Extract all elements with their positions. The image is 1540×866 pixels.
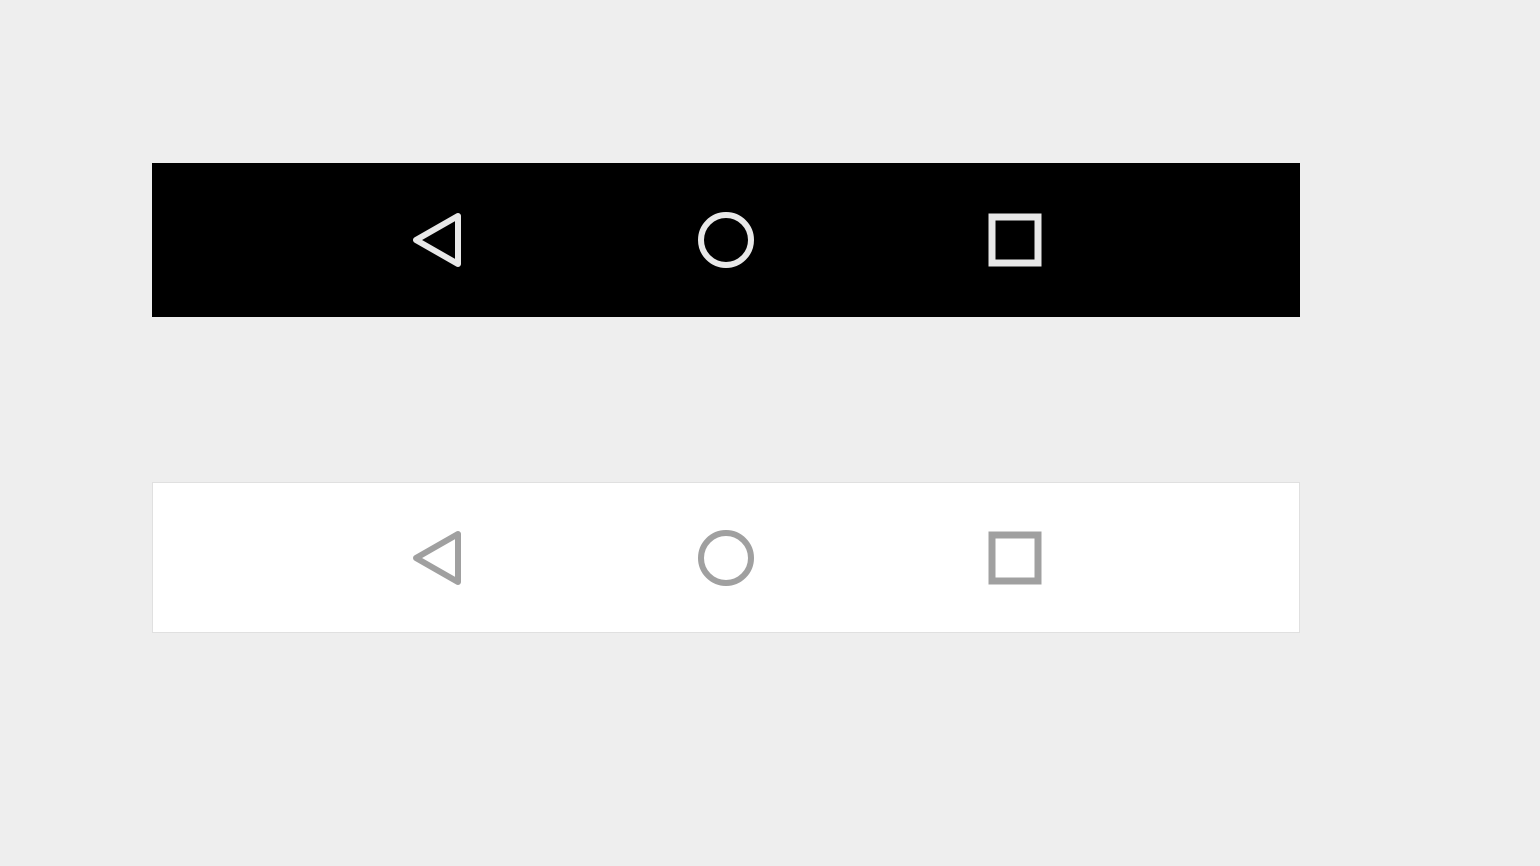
back-button[interactable]	[408, 529, 466, 587]
navigation-bar-light	[152, 482, 1300, 633]
recents-button[interactable]	[986, 211, 1044, 269]
back-button[interactable]	[408, 211, 466, 269]
home-circle-icon	[697, 211, 755, 269]
back-triangle-icon	[410, 211, 464, 269]
home-circle-icon	[697, 529, 755, 587]
navigation-bar-dark	[152, 163, 1300, 317]
recents-square-icon	[988, 213, 1042, 267]
recents-square-icon	[988, 531, 1042, 585]
back-triangle-icon	[410, 529, 464, 587]
home-button[interactable]	[697, 211, 755, 269]
home-button[interactable]	[697, 529, 755, 587]
recents-button[interactable]	[986, 529, 1044, 587]
